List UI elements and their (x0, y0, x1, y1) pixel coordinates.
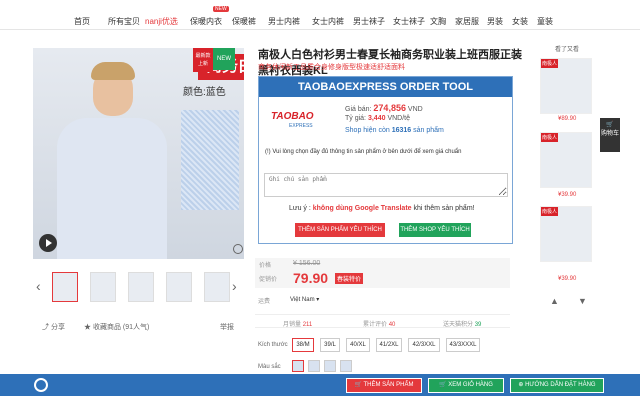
order-tool-header: TAOBAOEXPRESS ORDER TOOL (259, 77, 512, 97)
tool-warning: Lưu ý : không dùng Google Translate khi … (289, 205, 475, 212)
product-subtitle: 商务休闲新工品质合身修身版型极速适舒适面料 (258, 64, 405, 71)
price-vnd: 274,856 (373, 103, 406, 113)
thumbnail[interactable] (204, 272, 230, 302)
top-nav: 首页 所有宝贝 nanji优选 保暖内衣 NEW 保暖裤 男士内裤 女士内裤 男… (0, 6, 640, 30)
nav-item-women-socks[interactable]: 女士袜子 (393, 16, 425, 27)
extension-bottom-bar: 🛒 THÊM SẢN PHẨM 🛒 XEM GIỎ HÀNG ⊕ HƯỚNG D… (0, 374, 640, 396)
share-link[interactable]: ⤴ 分享 (42, 322, 65, 332)
recommend-item[interactable]: 南极人 (540, 132, 592, 188)
size-option[interactable]: 43/3XXXL (446, 338, 480, 352)
add-favorite-product-button[interactable]: THÊM SẢN PHẨM YÊU THÍCH (295, 223, 385, 237)
cart-icon: 🛒 (606, 122, 614, 128)
shop-count: 16316 (391, 127, 412, 134)
taobao-logo-sub: EXPRESS (289, 123, 313, 129)
rate-line: Tỷ giá: 3,440 VND/tệ (345, 115, 411, 122)
chevron-right-icon[interactable]: › (232, 278, 237, 294)
nav-item-nanji[interactable]: nanji优选 (145, 16, 178, 27)
nav-item-menswear[interactable]: 男装 (487, 16, 503, 27)
chevron-up-icon[interactable]: ▲ (550, 296, 559, 306)
tool-note: (!) Vui lòng chọn đầy đủ thông tin sản p… (265, 149, 462, 155)
size-label: Kích thước (258, 342, 288, 348)
nav-item-kidswear[interactable]: 童装 (537, 16, 553, 27)
recommend-item[interactable]: 南极人 (540, 58, 592, 114)
color-option[interactable] (324, 360, 336, 372)
model-hair (91, 62, 135, 80)
fabric-swatch (181, 110, 239, 210)
share-label: 分享 (50, 324, 65, 331)
nav-item-thermal-wear[interactable]: 保暖内衣 (190, 16, 222, 27)
recommend-item[interactable]: 南极人 (540, 206, 592, 262)
favorite-label: 收藏商品 (92, 324, 121, 331)
nav-item-bra[interactable]: 文胸 (430, 16, 446, 27)
stat-reviews[interactable]: 累计评价 40 (363, 319, 395, 328)
stat-monthly-sales: 月销量 211 (283, 322, 313, 328)
shipping-label: 运费 (258, 299, 271, 305)
nav-item-womenswear[interactable]: 女装 (512, 16, 528, 27)
promo-tag: 春装特价 (335, 273, 364, 284)
old-price: ¥ 156.00 (293, 260, 321, 267)
color-caption: 颜色:蓝色 (183, 87, 226, 98)
chevron-left-icon[interactable]: ‹ (36, 278, 41, 294)
promo-price-label: 促销价 (259, 277, 278, 283)
color-option[interactable] (292, 360, 304, 372)
taobao-logo: TAOBAO (271, 111, 314, 122)
size-option[interactable]: 41/2XL (376, 338, 402, 352)
old-price-label: 价格 (259, 263, 272, 269)
favorite-link[interactable]: ★ 收藏商品 (91人气) (84, 322, 149, 332)
price-box: 价格 ¥ 156.00 促销价 79.90 春装特价 (255, 258, 510, 288)
zoom-icon[interactable] (233, 244, 243, 254)
color-option[interactable] (340, 360, 352, 372)
order-tool-panel: TAOBAOEXPRESS ORDER TOOL TAOBAO EXPRESS … (258, 76, 513, 244)
size-option[interactable]: 38/M (292, 338, 314, 352)
shirt-figure (57, 118, 167, 259)
exchange-rate: 3,440 (367, 115, 386, 122)
nav-item-women-underwear[interactable]: 女士内裤 (312, 16, 344, 27)
order-guide-button[interactable]: ⊕ HƯỚNG DẪN ĐẶT HÀNG (510, 378, 604, 393)
recommend-price: ¥39.90 (558, 276, 577, 282)
nav-item-men-socks[interactable]: 男士袜子 (353, 16, 385, 27)
chevron-down-icon[interactable]: ▼ (578, 296, 587, 306)
thumbnail[interactable] (166, 272, 192, 302)
nav-item-men-underwear[interactable]: 男士内裤 (268, 16, 300, 27)
new-badge: NEW (213, 6, 229, 12)
view-cart-button[interactable]: 🛒 XEM GIỎ HÀNG (428, 378, 504, 393)
recommend-title: 看了又看 (555, 47, 580, 53)
size-option[interactable]: 40/XL (346, 338, 370, 352)
nav-item-all[interactable]: 所有宝贝 (108, 16, 140, 27)
color-option[interactable] (308, 360, 320, 372)
color-label: Màu sắc (258, 364, 281, 370)
thumbnail[interactable] (128, 272, 154, 302)
stat-points: 送天猫积分 39 (443, 322, 482, 328)
recommend-price: ¥89.90 (558, 116, 577, 122)
report-link[interactable]: 举报 (220, 322, 234, 332)
add-favorite-shop-button[interactable]: THÊM SHOP YÊU THÍCH (399, 223, 471, 237)
shop-line: Shop hiện còn 16316 sản phẩm (345, 127, 444, 134)
extension-logo-icon[interactable] (34, 378, 48, 392)
product-main-image[interactable]: 商务白衬 最新款 上新 NEW 颜色:蓝色 (33, 48, 244, 259)
new-badge: NEW (213, 48, 235, 70)
play-video-icon[interactable] (39, 234, 57, 252)
nav-item-thermal-pants[interactable]: 保暖裤 (232, 16, 256, 27)
nav-item-homewear[interactable]: 家居服 (455, 16, 479, 27)
thumbnail[interactable] (52, 272, 78, 302)
shipping-destination[interactable]: Việt Nam ▾ (290, 296, 319, 303)
thumbnail[interactable] (90, 272, 116, 302)
promo-price: 79.90 (293, 270, 329, 286)
size-option[interactable]: 39/L (320, 338, 340, 352)
cart-sidebar-button[interactable]: 🛒 购物车 (600, 118, 620, 152)
price-line: Giá bán: 274,856 VND (345, 103, 423, 113)
sales-stats: 月销量 211 累计评价 40 送天猫积分 39 (255, 314, 510, 328)
recommend-price: ¥39.90 (558, 192, 577, 198)
thumbnail-strip (48, 272, 238, 304)
sale-badge: 最新款 上新 (193, 48, 213, 72)
favorite-count: (91人气) (122, 324, 150, 331)
nav-item-home[interactable]: 首页 (74, 16, 90, 27)
add-product-button[interactable]: 🛒 THÊM SẢN PHẨM (346, 378, 422, 393)
product-note-input[interactable] (264, 173, 508, 197)
size-option[interactable]: 42/3XXL (408, 338, 440, 352)
